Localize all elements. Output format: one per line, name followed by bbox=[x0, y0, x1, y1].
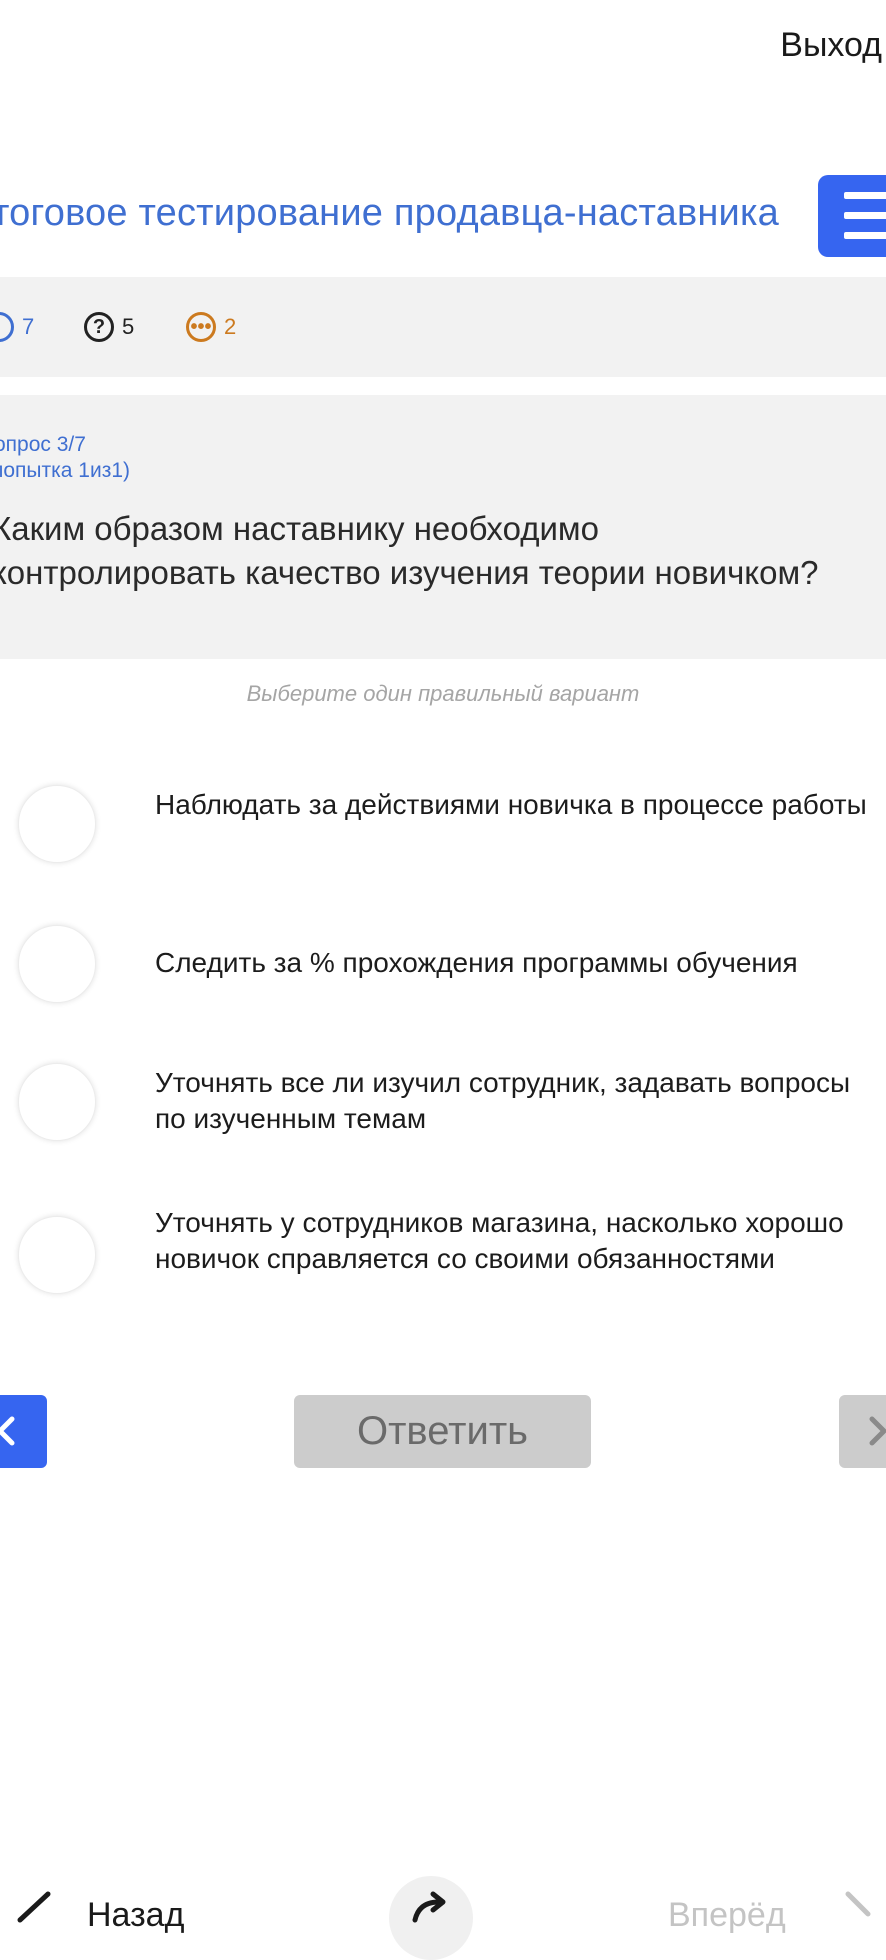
answer-option[interactable]: Наблюдать за действиями новичка в процес… bbox=[0, 780, 886, 890]
question-number: опрос 3/7 bbox=[0, 433, 86, 456]
ellipsis-circle-icon: ••• bbox=[186, 312, 216, 342]
hamburger-menu-icon bbox=[844, 192, 886, 199]
question-attempt: попытка 1из1) bbox=[0, 459, 131, 482]
chevron-left-icon bbox=[0, 1416, 15, 1446]
answer-option-label: Уточнять все ли изучил сотрудник, задава… bbox=[155, 1067, 851, 1134]
stat-unanswered[interactable]: ? 5 bbox=[84, 277, 134, 377]
stat-correct[interactable]: 7 bbox=[0, 277, 34, 377]
check-circle-icon bbox=[0, 312, 14, 342]
hamburger-menu-icon-bar bbox=[844, 232, 886, 239]
menu-button[interactable] bbox=[818, 175, 886, 257]
radio-button[interactable] bbox=[18, 785, 96, 863]
stat-skipped[interactable]: ••• 2 bbox=[186, 277, 236, 377]
stat-unanswered-count: 5 bbox=[122, 314, 135, 339]
answer-hint: Выберите один правильный вариант bbox=[246, 681, 640, 706]
radio-button[interactable] bbox=[18, 1216, 96, 1294]
nav-forward-button[interactable]: Вперёд bbox=[668, 1896, 786, 1935]
previous-question-button[interactable] bbox=[0, 1395, 47, 1468]
forward-arrow-icon[interactable] bbox=[838, 1888, 886, 1928]
hamburger-menu-icon-bar bbox=[844, 212, 886, 219]
answer-option[interactable]: Следить за % прохождения программы обуче… bbox=[0, 920, 886, 1010]
question-text: Каким образом наставнику необходимо конт… bbox=[0, 510, 819, 591]
nav-back-button[interactable]: Назад bbox=[87, 1896, 184, 1935]
next-question-button[interactable] bbox=[839, 1395, 886, 1468]
answer-option-label: Следить за % прохождения программы обуче… bbox=[155, 947, 798, 978]
question-circle-icon: ? bbox=[84, 312, 114, 342]
chevron-right-icon bbox=[869, 1416, 886, 1446]
answer-option-label: Наблюдать за действиями новичка в процес… bbox=[155, 789, 867, 820]
question-card: опрос 3/7 попытка 1из1) Каким образом на… bbox=[0, 395, 886, 659]
stat-correct-count: 7 bbox=[22, 314, 35, 339]
radio-button[interactable] bbox=[18, 1063, 96, 1141]
exit-button[interactable]: Выход bbox=[780, 26, 882, 65]
answer-option[interactable]: Уточнять у сотрудников магазина, насколь… bbox=[0, 1200, 886, 1330]
answer-option-label: Уточнять у сотрудников магазина, насколь… bbox=[155, 1207, 844, 1274]
reload-button[interactable] bbox=[389, 1876, 473, 1960]
stat-skipped-count: 2 bbox=[224, 314, 237, 339]
back-arrow-icon[interactable] bbox=[12, 1888, 62, 1928]
question-stats-bar: 7 ? 5 ••• 2 bbox=[0, 277, 886, 377]
test-title: тоговое тестирование продавца-наставника bbox=[0, 192, 779, 234]
answer-option[interactable]: Уточнять все ли изучил сотрудник, задава… bbox=[0, 1058, 886, 1168]
reload-icon bbox=[412, 1891, 446, 1923]
answer-button[interactable]: Ответить bbox=[294, 1395, 591, 1468]
radio-button[interactable] bbox=[18, 925, 96, 1003]
